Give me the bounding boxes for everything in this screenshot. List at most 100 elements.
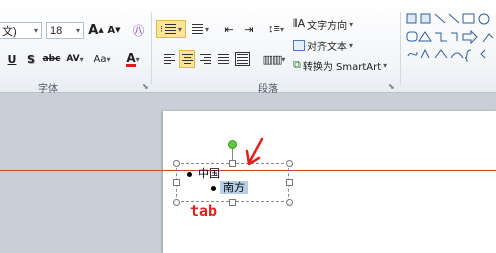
grow-font-label: A	[88, 22, 99, 38]
resize-handle-bottom[interactable]	[229, 199, 236, 206]
bent-line-shape-icon	[434, 49, 448, 59]
line-spacing-button[interactable]: ↕≡ ▾	[264, 20, 288, 38]
triangle-shape-icon	[418, 31, 432, 42]
align-text-button[interactable]: 对齐文本 ▾	[292, 37, 354, 53]
chevron-down-icon: ▾	[177, 24, 182, 34]
font-dialog-launcher-icon[interactable]: ⬊	[142, 82, 149, 91]
bullets-button[interactable]: ⁝ ▾	[156, 20, 186, 38]
rounded-rectangle-shape-icon	[406, 31, 418, 42]
font-color-label: A	[126, 50, 136, 67]
chevron-down-icon: ▾	[279, 24, 284, 34]
resize-handle-top-right[interactable]	[286, 160, 293, 167]
chevron-down-icon: ▾	[135, 54, 140, 64]
resize-handle-bottom-right[interactable]	[286, 199, 293, 206]
convert-smartart-button[interactable]: ⧉ 转换为 SmartArt ▾	[292, 57, 388, 73]
text-shadow-label: S	[27, 52, 35, 66]
columns-button[interactable]: ▥▥ ▾	[262, 50, 286, 68]
text-shadow-button[interactable]: S	[24, 50, 38, 68]
resize-handle-top-left[interactable]	[173, 160, 180, 167]
vertical-text-box-shape-icon	[420, 13, 431, 24]
resize-handle-right[interactable]	[286, 179, 293, 186]
rotate-handle[interactable]	[228, 140, 237, 149]
align-left-button[interactable]	[161, 50, 177, 68]
clear-formatting-button[interactable]: ㊇	[130, 21, 147, 39]
increase-indent-button[interactable]: ⇥	[240, 20, 258, 38]
curve-shape-icon	[420, 48, 430, 59]
justify-button[interactable]	[215, 50, 231, 68]
paragraph-dialog-launcher-icon[interactable]: ⬊	[388, 82, 395, 91]
chevron-down-icon: ▾	[33, 26, 38, 35]
chevron-down-icon: ▾	[383, 60, 388, 70]
chevron-down-icon: ▾	[349, 19, 354, 29]
ribbon: 文) ▾ 18 ▾ A ▲ A ▼ ㊇ U S abc AV ▾ Aa ▾ A ▾ 字体 …	[0, 0, 496, 95]
align-center-button[interactable]	[179, 50, 195, 68]
justify-icon	[217, 54, 229, 64]
resize-handle-bottom-left[interactable]	[173, 199, 180, 206]
line-shape-icon	[448, 13, 460, 24]
font-size-value: 18	[50, 24, 63, 37]
resize-handle-left[interactable]	[173, 179, 180, 186]
chevron-down-icon: ▾	[79, 54, 84, 64]
right-arrow-shape-icon	[462, 29, 478, 45]
font-name-box[interactable]: 文) ▾	[0, 22, 42, 39]
oval-shape-icon	[478, 13, 490, 25]
align-right-button[interactable]	[197, 50, 213, 68]
font-size-box[interactable]: 18 ▾	[46, 22, 84, 39]
tab-annotation: tab	[190, 202, 218, 220]
font-name-value: 文)	[2, 25, 17, 38]
change-case-label: Aa	[93, 53, 107, 65]
numbering-button[interactable]: ▾	[188, 20, 213, 38]
chevron-down-icon: ▾	[106, 54, 111, 64]
freeform-shape-icon	[407, 51, 418, 57]
distributed-button[interactable]	[233, 50, 251, 68]
align-right-icon	[199, 54, 211, 64]
bracket-shape-icon	[480, 49, 486, 59]
line-spacing-icon: ↕≡	[268, 23, 280, 35]
grow-font-button[interactable]: A ▲	[88, 21, 104, 39]
text-box-shape-icon	[406, 13, 417, 24]
rotation-stem	[232, 148, 233, 160]
strikethrough-button[interactable]: abc	[42, 50, 61, 68]
character-spacing-button[interactable]: AV ▾	[64, 50, 86, 68]
group-divider	[151, 12, 152, 84]
brace-shape-icon	[464, 49, 472, 63]
arrow-shape-icon	[482, 33, 494, 43]
font-group-label: 字体	[38, 84, 58, 95]
bullet-icon	[211, 186, 216, 191]
bullet-text-2-selected[interactable]: 南方	[220, 181, 248, 195]
strikethrough-label: abc	[42, 54, 61, 64]
increase-indent-icon: ⇥	[244, 23, 254, 36]
change-case-button[interactable]: Aa ▾	[89, 50, 115, 68]
shrink-font-button[interactable]: A ▼	[106, 21, 122, 39]
underline-button[interactable]: U	[5, 50, 19, 68]
chevron-down-icon: ▾	[75, 26, 80, 35]
convert-smartart-label: 转换为 SmartArt	[302, 61, 382, 73]
rectangle-shape-icon	[462, 13, 475, 24]
line-shape-icon	[434, 13, 446, 24]
bullets-icon: ⁝	[160, 23, 163, 34]
font-color-button[interactable]: A ▾	[120, 50, 146, 68]
columns-icon: ▥▥	[262, 53, 283, 66]
distributed-icon	[234, 52, 250, 66]
list-lines-icon	[164, 24, 176, 34]
group-divider	[400, 12, 401, 84]
chevron-down-icon: ▾	[349, 40, 354, 50]
paragraph-group-label: 段落	[258, 84, 278, 95]
align-text-icon	[293, 39, 305, 51]
clear-formatting-icon: ㊇	[132, 23, 145, 38]
chevron-down-icon: ▾	[281, 54, 286, 64]
text-direction-button[interactable]: ⫴A 文字方向 ▾	[292, 16, 354, 32]
resize-handle-top[interactable]	[229, 160, 236, 167]
shapes-gallery[interactable]	[405, 12, 496, 76]
elbow-arrow-shape-icon	[451, 32, 458, 41]
align-left-icon	[163, 54, 175, 64]
decrease-indent-button[interactable]: ⇤	[220, 20, 238, 38]
selected-text: 南方	[220, 181, 248, 194]
arc-shape-icon	[450, 52, 464, 59]
align-center-icon	[181, 54, 193, 64]
character-spacing-label: AV	[66, 54, 80, 64]
bullet-text-1[interactable]: 中国	[198, 167, 220, 181]
text-direction-label: 文字方向	[307, 20, 348, 32]
smartart-icon: ⧉	[293, 58, 301, 71]
text-direction-icon: ⫴A	[293, 17, 306, 30]
